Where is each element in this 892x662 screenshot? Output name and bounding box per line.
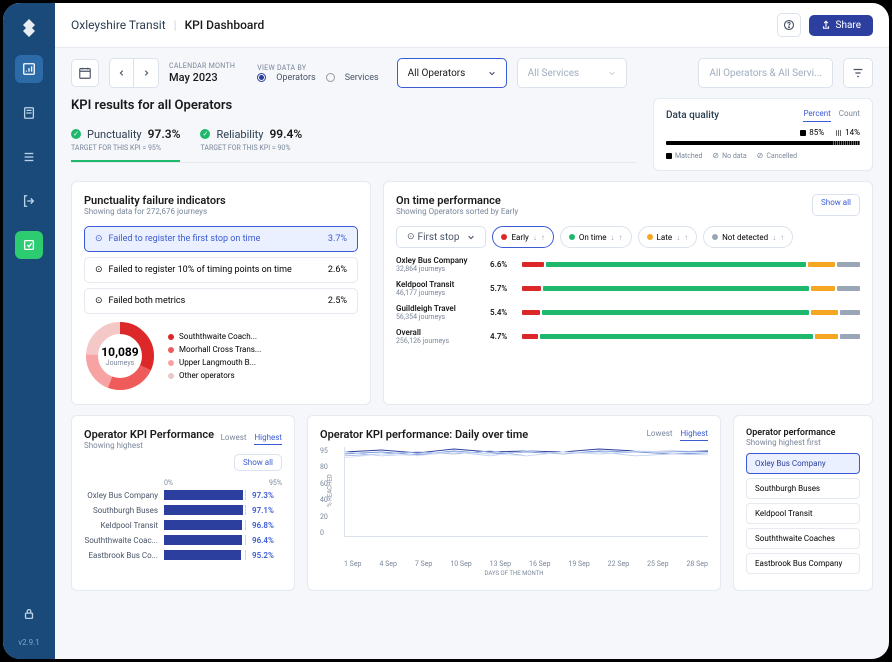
nav-reports[interactable] [15,99,43,127]
operator-item[interactable]: Eastbrook Bus Company [746,553,860,574]
operator-item[interactable]: Southburgh Buses [746,478,860,499]
line-chart-area [344,447,708,537]
bar-row: Eastbrook Bus Co...95.2% [84,550,282,560]
calendar-month-value: May 2023 [169,71,235,84]
pfi-item-0[interactable]: ⊙Failed to register the first stop on ti… [84,226,358,252]
otp-row: Overall256,126 journeys 4.7% [396,328,860,345]
otp-pill-early[interactable]: Early↓↑ [492,226,553,248]
check-icon: ✓ [71,129,81,139]
bar-row: Keldpool Transit96.8% [84,520,282,530]
calendar-button[interactable] [71,59,99,87]
otp-row: Keldpool Transit46,177 journeys 5.7% [396,280,860,297]
help-icon[interactable] [777,13,801,37]
sort-lowest[interactable]: Lowest [221,433,247,445]
nav-exit[interactable] [15,187,43,215]
calendar-month-label: CALENDAR MONTH [169,62,235,70]
donut-chart: 10,089 Journeys [84,320,156,392]
data-quality-card: Data quality Percent Count 85% 14% Match… [653,98,873,171]
otp-show-all-button[interactable]: Show all [812,194,860,216]
sort-highest[interactable]: Highest [254,433,282,445]
dq-tab-percent[interactable]: Percent [803,109,830,122]
operator-list-card: Operator performance Showing highest fir… [733,415,873,591]
otp-stop-dropdown[interactable]: ⊙First stop [396,226,486,248]
kpi-section-title: KPI results for all Operators [71,98,637,113]
data-quality-bar [666,141,860,145]
pfi-item-2[interactable]: ⊙Failed both metrics2.5% [84,288,358,314]
radio-services[interactable] [326,73,335,82]
otp-pill-late[interactable]: Late↓↑ [638,226,698,248]
bar-row: Oxley Bus Company97.3% [84,490,282,500]
nav-list[interactable] [15,143,43,171]
pfi-item-1[interactable]: ⊙Failed to register 10% of timing points… [84,257,358,283]
line-sort-lowest[interactable]: Lowest [647,429,673,441]
bar-row: Souththwaite Coac...96.4% [84,535,282,545]
app-logo-icon [17,15,41,39]
otp-pill-on-time[interactable]: On time↓↑ [560,226,632,248]
otp-row: Guildleigh Travel56,354 journeys 5.4% [396,304,860,321]
nav-dashboard[interactable] [15,55,43,83]
combined-dropdown[interactable]: All Operators & All Servi... [698,58,833,88]
operator-item[interactable]: Keldpool Transit [746,503,860,524]
operator-item[interactable]: Oxley Bus Company [746,453,860,474]
otp-row: Oxley Bus Company32,864 journeys 6.6% [396,256,860,273]
tab-punctuality[interactable]: ✓ Punctuality 97.3% TARGET FOR THIS KPI … [71,119,180,162]
otp-card: On time performance Showing Operators so… [383,181,873,405]
perf-show-all-button[interactable]: Show all [234,454,282,471]
filter-bar: CALENDAR MONTH May 2023 VIEW DATA BY Ope… [55,48,889,98]
nav-special[interactable] [15,231,43,259]
page-title: KPI Dashboard [185,18,265,32]
nav-lock-icon[interactable] [15,600,43,628]
topbar: Oxleyshire Transit | KPI Dashboard Share [55,3,889,48]
line-sort-highest[interactable]: Highest [680,429,708,441]
next-month-button[interactable] [134,59,158,87]
view-data-label: VIEW DATA BY [257,64,378,72]
otp-pill-not-detected[interactable]: Not detected↓↑ [703,226,793,248]
tab-reliability[interactable]: ✓ Reliability 99.4% TARGET FOR THIS KPI … [200,119,302,162]
radio-operators[interactable] [257,73,266,82]
operator-kpi-bar-card: Operator KPI Performance Showing highest… [71,415,295,591]
breadcrumb: Oxleyshire Transit | KPI Dashboard [71,18,264,32]
filter-icon[interactable] [843,58,873,88]
share-button[interactable]: Share [809,15,873,36]
prev-month-button[interactable] [110,59,134,87]
operator-item[interactable]: Souththwaite Coaches [746,528,860,549]
dq-tab-count[interactable]: Count [839,109,860,122]
version-label: v2.9.1 [18,638,40,647]
service-dropdown[interactable]: All Services [517,58,627,88]
sidebar: v2.9.1 [3,3,55,659]
operator-dropdown[interactable]: All Operators [397,58,507,88]
breadcrumb-org: Oxleyshire Transit [71,18,166,32]
pfi-card: Punctuality failure indicators Showing d… [71,181,371,405]
bar-row: Southburgh Buses97.1% [84,505,282,515]
check-icon: ✓ [200,129,210,139]
daily-line-card: Operator KPI performance: Daily over tim… [307,415,721,591]
